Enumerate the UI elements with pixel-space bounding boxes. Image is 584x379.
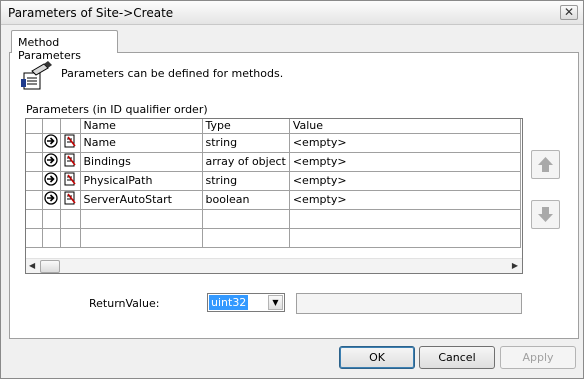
qualifier-icon — [64, 172, 76, 186]
method-parameters-icon — [21, 61, 52, 90]
tab-label: Method Parameters — [18, 36, 81, 62]
move-down-button[interactable] — [531, 200, 560, 229]
input-parameter-icon — [44, 191, 58, 205]
scroll-left-icon[interactable]: ◀ — [29, 261, 35, 270]
param-value[interactable]: <empty> — [289, 152, 521, 172]
scroll-right-icon[interactable]: ▶ — [512, 261, 518, 270]
param-name: ServerAutoStart — [80, 190, 203, 210]
param-value[interactable]: <empty> — [289, 171, 521, 191]
return-value-field — [296, 293, 522, 314]
tab-method-parameters[interactable]: Method Parameters — [11, 30, 118, 62]
input-parameter-icon — [44, 134, 58, 148]
param-value[interactable]: <empty> — [289, 190, 521, 210]
param-type: string — [202, 171, 290, 191]
window-title: Parameters of Site->Create — [8, 6, 174, 20]
parameters-label: Parameters (in ID qualifier order) — [26, 103, 208, 116]
chevron-down-icon[interactable]: ▼ — [268, 295, 283, 310]
qualifier-icon — [64, 191, 76, 205]
table-row-empty[interactable] — [26, 228, 521, 248]
qualifier-icon — [64, 134, 76, 148]
param-type: string — [202, 133, 290, 153]
dialog-window: Parameters of Site->Create ✕ Method Para… — [0, 0, 584, 379]
input-parameter-icon — [44, 153, 58, 167]
info-text: Parameters can be defined for methods. — [61, 67, 284, 80]
table-row[interactable]: Name string <empty> — [26, 133, 521, 153]
table-row[interactable]: ServerAutoStart boolean <empty> — [26, 190, 521, 210]
param-type: array of object — [202, 152, 290, 172]
row-selector[interactable] — [26, 133, 43, 153]
column-header-value[interactable]: Value — [289, 119, 521, 134]
arrow-down-icon — [538, 207, 553, 222]
param-name: PhysicalPath — [80, 171, 203, 191]
move-up-button[interactable] — [531, 150, 560, 179]
header-blank — [60, 119, 81, 134]
row-selector[interactable] — [26, 152, 43, 172]
return-value-selected: uint32 — [209, 295, 249, 310]
row-selector[interactable] — [26, 190, 43, 210]
row-selector[interactable] — [26, 228, 43, 248]
apply-button[interactable]: Apply — [500, 346, 576, 369]
scrollbar-thumb[interactable] — [40, 260, 60, 273]
table-row[interactable]: Bindings array of object <empty> — [26, 152, 521, 172]
horizontal-scrollbar[interactable]: ◀ ▶ — [26, 258, 522, 273]
parameters-table: Name Type Value Name string <empty> Bind… — [26, 119, 521, 248]
header-blank — [26, 119, 43, 134]
return-value-select[interactable]: uint32 ▼ — [207, 293, 285, 312]
title-bar[interactable]: Parameters of Site->Create ✕ — [1, 1, 583, 25]
param-value[interactable]: <empty> — [289, 133, 521, 153]
table-row-empty[interactable] — [26, 209, 521, 229]
row-selector[interactable] — [26, 171, 43, 191]
param-name: Bindings — [80, 152, 203, 172]
column-header-name[interactable]: Name — [80, 119, 203, 134]
row-selector[interactable] — [26, 209, 43, 229]
param-name: Name — [80, 133, 203, 153]
qualifier-icon — [64, 153, 76, 167]
parameters-grid[interactable]: Name Type Value Name string <empty> Bind… — [25, 118, 523, 274]
input-parameter-icon — [44, 172, 58, 186]
param-type: boolean — [202, 190, 290, 210]
column-header-type[interactable]: Type — [202, 119, 290, 134]
close-button[interactable]: ✕ — [560, 5, 578, 20]
header-blank — [42, 119, 61, 134]
return-value-label: ReturnValue: — [89, 297, 160, 310]
arrow-up-icon — [538, 157, 553, 172]
header-row: Name Type Value — [26, 119, 521, 134]
ok-button[interactable]: OK — [339, 346, 415, 369]
table-row[interactable]: PhysicalPath string <empty> — [26, 171, 521, 191]
cancel-button[interactable]: Cancel — [419, 346, 495, 369]
